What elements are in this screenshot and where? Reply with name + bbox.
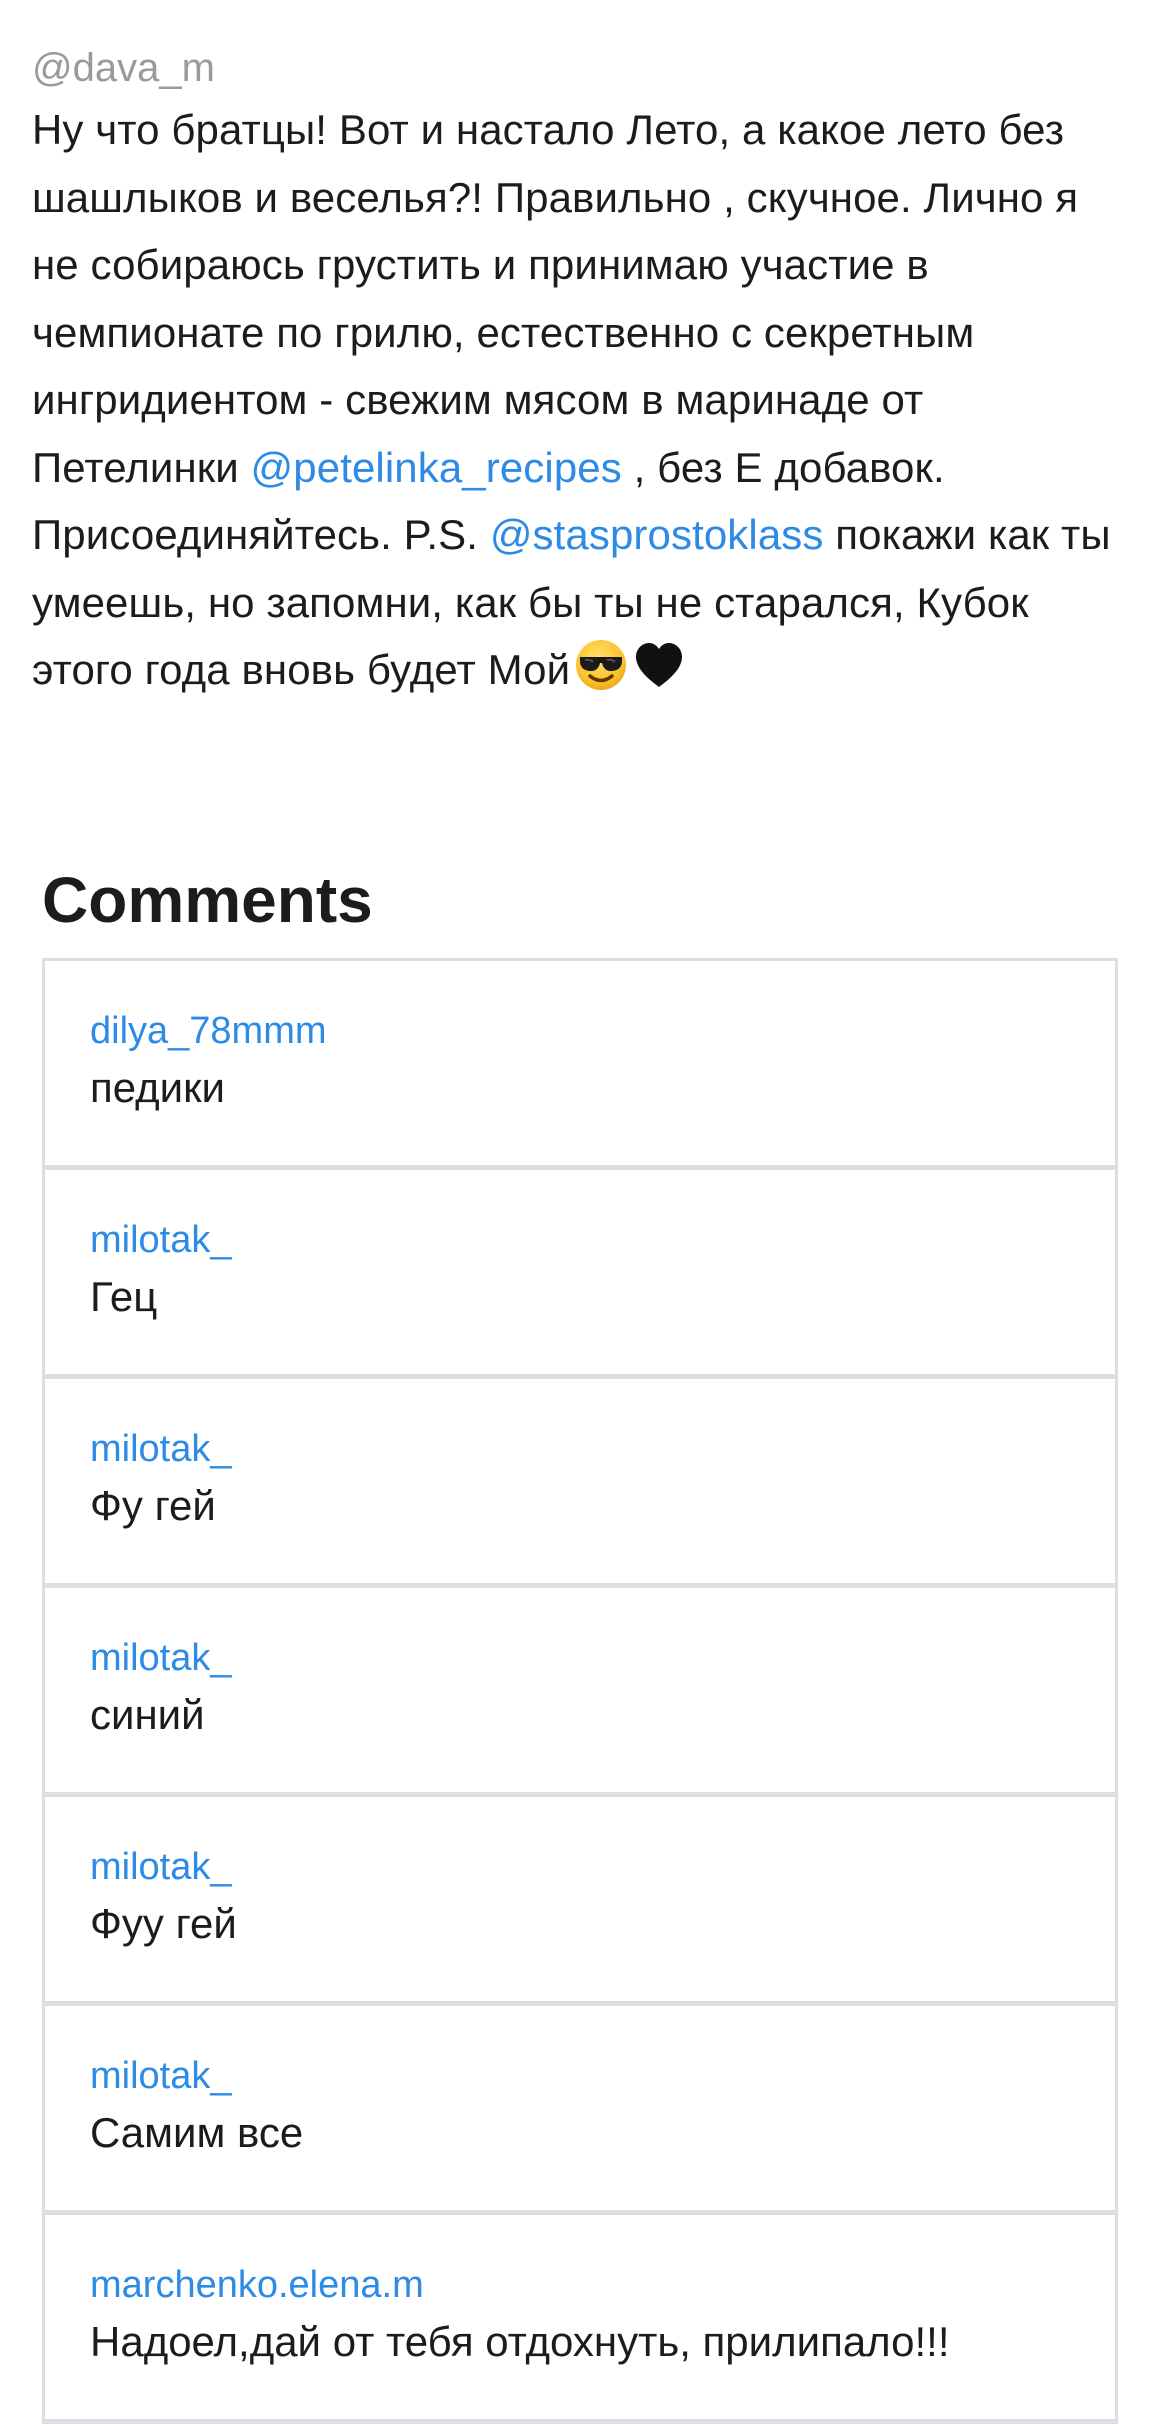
comment-username[interactable]: milotak_: [90, 2051, 1115, 2101]
caption-text-1: Ну что братцы! Вот и настало Лето, а как…: [32, 106, 1079, 491]
comment-text: синий: [90, 1691, 205, 1738]
comment-item: milotak_ Самим все: [42, 2006, 1118, 2215]
post-author[interactable]: @dava_m: [32, 40, 1132, 96]
post-caption: Ну что братцы! Вот и настало Лето, а как…: [32, 96, 1132, 712]
comment-text: Гец: [90, 1273, 158, 1320]
comment-text: Надоел,дай от тебя отдохнуть, прилипало!…: [90, 2318, 950, 2365]
comment-text: Самим все: [90, 2109, 304, 2156]
comment-text: педики: [90, 1064, 225, 1111]
comments-title: Comments: [42, 864, 373, 936]
comment-username[interactable]: milotak_: [90, 1424, 1115, 1474]
comment-username[interactable]: dilya_78mmm: [90, 1006, 1115, 1056]
post: @dava_m Ну что братцы! Вот и настало Лет…: [32, 40, 1132, 712]
comments-list: dilya_78mmm педики milotak_ Гец milotak_…: [42, 958, 1118, 2424]
comment-item: marchenko.elena.m Надоел,дай от тебя отд…: [42, 2215, 1118, 2424]
comment-text: Фуу гей: [90, 1900, 237, 1947]
mention-stasprostoklass-link[interactable]: @stasprostoklass: [490, 511, 824, 558]
comment-item: milotak_ Гец: [42, 1170, 1118, 1379]
comment-item: dilya_78mmm педики: [42, 961, 1118, 1170]
black-heart-icon: [632, 638, 686, 712]
comment-username[interactable]: milotak_: [90, 1633, 1115, 1683]
comment-text: Фу гей: [90, 1482, 216, 1529]
comment-item: milotak_ Фу гей: [42, 1379, 1118, 1588]
comment-username[interactable]: marchenko.elena.m: [90, 2260, 1115, 2310]
comment-username[interactable]: milotak_: [90, 1842, 1115, 1892]
comment-item: milotak_ синий: [42, 1588, 1118, 1797]
comment-item: milotak_ Фуу гей: [42, 1797, 1118, 2006]
smiling-face-with-sunglasses-icon: [574, 638, 628, 712]
mention-petelinka-link[interactable]: @petelinka_recipes: [251, 444, 622, 491]
comment-username[interactable]: milotak_: [90, 1215, 1115, 1265]
